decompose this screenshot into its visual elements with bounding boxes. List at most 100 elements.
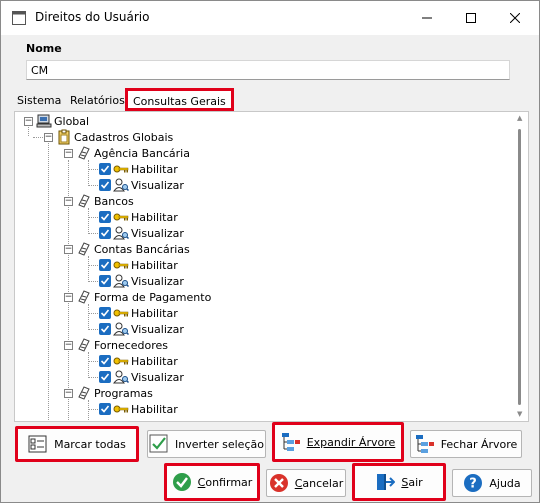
tree-node-fornecedores[interactable]: − Fornecedores (64, 337, 168, 353)
name-label: Nome (26, 42, 62, 55)
checkbox-checked[interactable] (99, 179, 111, 191)
permission-habilitar[interactable]: Habilitar (99, 305, 178, 321)
collapse-icon[interactable]: − (64, 388, 73, 398)
tree-node-label: Habilitar (131, 402, 178, 416)
tree-node-cadastros-globais[interactable]: − Cadastros Globais (44, 129, 173, 145)
name-field[interactable] (26, 60, 510, 80)
checkbox-checked[interactable] (99, 323, 111, 335)
tree-node-label: Habilitar (131, 306, 178, 320)
tab-consultas-gerais[interactable]: Consultas Gerais (125, 88, 234, 111)
sair-button[interactable]: Sair (352, 463, 446, 501)
minimize-icon[interactable] (405, 1, 449, 35)
collapse-icon[interactable]: − (64, 244, 73, 254)
tree-node-label: Programas (94, 386, 153, 400)
tree-connector (88, 160, 89, 184)
tree-node-label: Visualizar (131, 178, 184, 192)
checkbox-checked[interactable] (99, 163, 111, 175)
tree-node-label: Habilitar (131, 210, 178, 224)
permission-habilitar[interactable]: Habilitar (99, 209, 178, 225)
close-icon[interactable] (493, 1, 537, 35)
tree-connector (88, 233, 98, 234)
tree-connector (88, 281, 98, 282)
permission-visualizar[interactable]: Visualizar (99, 225, 184, 241)
permission-visualizar[interactable]: Visualizar (99, 177, 184, 193)
fechar-arvore-button[interactable]: Fechar Árvore (410, 430, 522, 458)
collapse-icon[interactable]: − (64, 148, 73, 158)
expandir-arvore-button[interactable]: Expandir Árvore (272, 422, 404, 462)
collapse-icon[interactable]: − (64, 340, 73, 350)
marcar-todas-button[interactable]: Marcar todas (15, 426, 139, 462)
scroll-down-icon[interactable]: ▼ (517, 410, 522, 418)
tree-connector (88, 304, 89, 328)
tree-connector (88, 313, 98, 314)
key-icon (113, 353, 129, 369)
marcar-todas-label: Marcar todas (54, 437, 126, 451)
checkbox-checked[interactable] (99, 307, 111, 319)
permission-habilitar[interactable]: Habilitar (99, 161, 178, 177)
tab-relatorios[interactable]: Relatórios (67, 91, 128, 111)
user-view-icon (113, 321, 130, 337)
checkbox-checked[interactable] (99, 227, 111, 239)
permission-habilitar[interactable]: Habilitar (99, 401, 178, 417)
permission-habilitar[interactable]: Habilitar (99, 257, 178, 273)
document-icon (76, 337, 92, 353)
collapse-icon[interactable]: − (64, 196, 73, 206)
cancelar-button[interactable]: Cancelar (266, 469, 346, 497)
tree-node-label: Visualizar (131, 370, 184, 384)
user-view-icon (113, 369, 130, 385)
user-view-icon (113, 273, 130, 289)
key-icon (113, 401, 129, 417)
permissions-tree[interactable]: − Global − Cadastros Globais − Agência B… (14, 112, 529, 422)
maximize-icon[interactable] (449, 1, 493, 35)
tree-node-label: Visualizar (131, 226, 184, 240)
tree-expand-icon (281, 432, 301, 452)
permission-visualizar[interactable]: Visualizar (99, 273, 184, 289)
collapse-icon[interactable]: − (44, 132, 53, 142)
checkbox-checked[interactable] (99, 211, 111, 223)
user-view-icon (113, 177, 130, 193)
clipboard-icon (56, 129, 72, 145)
document-icon (76, 193, 92, 209)
checkbox-checked[interactable] (99, 355, 111, 367)
tree-node-label: Global (54, 114, 90, 128)
tree-connector (88, 377, 98, 378)
tree-node-label: Habilitar (131, 258, 178, 272)
permission-visualizar[interactable]: Visualizar (99, 321, 184, 337)
tree-connector (88, 400, 89, 421)
tree-connector (48, 143, 49, 421)
tree-node-label: Contas Bancárias (94, 242, 190, 256)
scroll-up-icon[interactable]: ▲ (517, 114, 522, 122)
tree-node-global[interactable]: − Global (24, 113, 89, 129)
inverter-selecao-button[interactable]: Inverter seleção (147, 430, 266, 458)
tree-connector (88, 361, 98, 362)
collapse-icon[interactable]: − (24, 116, 33, 126)
checkbox-checked[interactable] (99, 259, 111, 271)
tree-node-label: Fornecedores (94, 338, 169, 352)
document-icon (76, 241, 92, 257)
tree-node-label: Visualizar (131, 274, 184, 288)
confirmar-button[interactable]: Confirmar (164, 463, 260, 501)
tree-node-programas[interactable]: − Programas (64, 385, 153, 401)
document-icon (76, 145, 92, 161)
tree-node-contas-bancarias[interactable]: − Contas Bancárias (64, 241, 190, 257)
tree-node-agencia-bancaria[interactable]: − Agência Bancária (64, 145, 190, 161)
tree-node-forma-de-pagamento[interactable]: − Forma de Pagamento (64, 289, 211, 305)
tree-connector (88, 352, 89, 376)
tree-connector (88, 256, 89, 280)
checkbox-checked[interactable] (99, 371, 111, 383)
checklist-icon (28, 434, 48, 454)
tree-connector (88, 409, 98, 410)
computer-icon (36, 113, 52, 129)
key-icon (113, 305, 129, 321)
document-icon (76, 385, 92, 401)
tree-node-bancos[interactable]: − Bancos (64, 193, 134, 209)
collapse-icon[interactable]: − (64, 292, 73, 302)
checkbox-checked[interactable] (99, 275, 111, 287)
permission-habilitar[interactable]: Habilitar (99, 353, 178, 369)
document-icon (76, 289, 92, 305)
ajuda-button[interactable]: ? Ajuda (452, 469, 532, 497)
checkbox-checked[interactable] (99, 403, 111, 415)
scrollbar-thumb[interactable] (518, 129, 521, 405)
tab-sistema[interactable]: Sistema (14, 91, 64, 111)
permission-visualizar[interactable]: Visualizar (99, 369, 184, 385)
